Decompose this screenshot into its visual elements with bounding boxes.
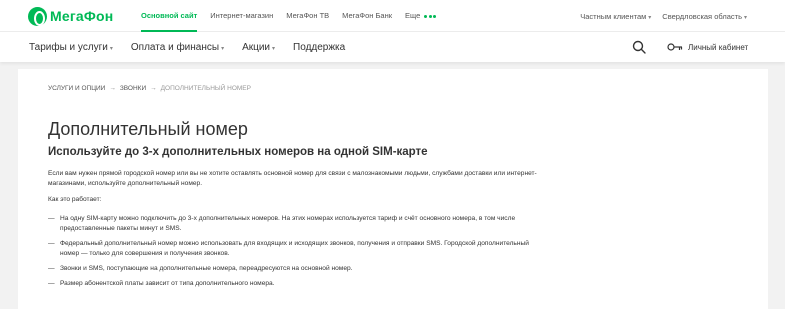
chevron-down-icon: ▾: [743, 14, 747, 21]
menu-item-tariffs[interactable]: Тарифы и услуги ▾: [29, 42, 113, 53]
account-label: Личный кабинет: [688, 42, 749, 52]
list-item: Звонки и SMS, поступающие на дополнитель…: [48, 264, 548, 274]
breadcrumb-separator: →: [150, 85, 157, 92]
client-type-label: Частным клиентам: [580, 11, 647, 21]
top-link-more[interactable]: Еще: [405, 0, 438, 32]
megafon-logo-icon: [28, 6, 47, 26]
breadcrumb-item-current: Дополнительный номер: [160, 85, 251, 92]
top-link-tv[interactable]: МегаФон ТВ: [286, 0, 329, 32]
top-link-bank[interactable]: МегаФон Банк: [342, 0, 392, 32]
top-bar: МегаФон Основной сайт Интернет-магазин М…: [0, 0, 785, 32]
menu-item-payment[interactable]: Оплата и финансы ▾: [131, 42, 224, 53]
logo-text: МегаФон: [50, 8, 114, 24]
megafon-logo[interactable]: МегаФон: [28, 5, 113, 27]
menu-item-support[interactable]: Поддержка: [293, 42, 345, 53]
chevron-down-icon: ▾: [272, 45, 276, 52]
more-dots-icon: [424, 15, 438, 18]
more-label: Еще: [405, 11, 421, 20]
chevron-down-icon: ▾: [109, 45, 113, 52]
how-it-works-label: Как это работает:: [48, 196, 102, 203]
list-item: Федеральный дополнительный номер можно и…: [48, 239, 548, 259]
top-right: Частным клиентам ▾ Свердловская область ▾: [569, 0, 747, 32]
top-link-shop[interactable]: Интернет-магазин: [210, 0, 273, 32]
top-link-main-site[interactable]: Основной сайт: [141, 0, 198, 32]
content-card: Услуги и опции → Звонки → Дополнительный…: [18, 69, 768, 309]
menu-item-label: Оплата и финансы: [130, 41, 220, 53]
chevron-down-icon: ▾: [648, 14, 652, 21]
breadcrumb-separator: →: [109, 85, 116, 92]
key-icon: [667, 43, 683, 51]
menu-item-label: Тарифы и услуги: [29, 41, 108, 53]
main-menu: Тарифы и услуги ▾ Оплата и финансы ▾ Акции…: [29, 32, 363, 62]
feature-list: На одну SIM-карту можно подключить до 3-…: [48, 214, 548, 294]
list-item: Размер абонентской платы зависит от типа…: [48, 279, 548, 289]
account-link[interactable]: Личный кабинет: [667, 40, 748, 54]
region-label: Свердловская область: [662, 11, 742, 21]
intro-paragraph: Если вам нужен прямой городской номер ил…: [48, 170, 537, 187]
page-title: Дополнительный номер: [48, 119, 248, 139]
breadcrumb: Услуги и опции → Звонки → Дополнительный…: [48, 85, 251, 92]
region-dropdown[interactable]: Свердловская область ▾: [662, 12, 747, 21]
top-nav: Основной сайт Интернет-магазин МегаФон Т…: [141, 0, 451, 32]
client-type-dropdown[interactable]: Частным клиентам ▾: [580, 12, 651, 21]
search-icon[interactable]: [632, 40, 646, 54]
breadcrumb-item-calls[interactable]: Звонки: [120, 85, 146, 92]
page-subtitle: Используйте до 3-х дополнительных номеро…: [48, 146, 428, 158]
menu-item-label: Акции: [242, 41, 271, 53]
chevron-down-icon: ▾: [221, 45, 225, 52]
list-item: На одну SIM-карту можно подключить до 3-…: [48, 214, 548, 234]
menu-item-promos[interactable]: Акции ▾: [242, 42, 275, 53]
breadcrumb-item-services[interactable]: Услуги и опции: [48, 85, 105, 92]
main-nav: Тарифы и услуги ▾ Оплата и финансы ▾ Акции…: [0, 32, 785, 62]
